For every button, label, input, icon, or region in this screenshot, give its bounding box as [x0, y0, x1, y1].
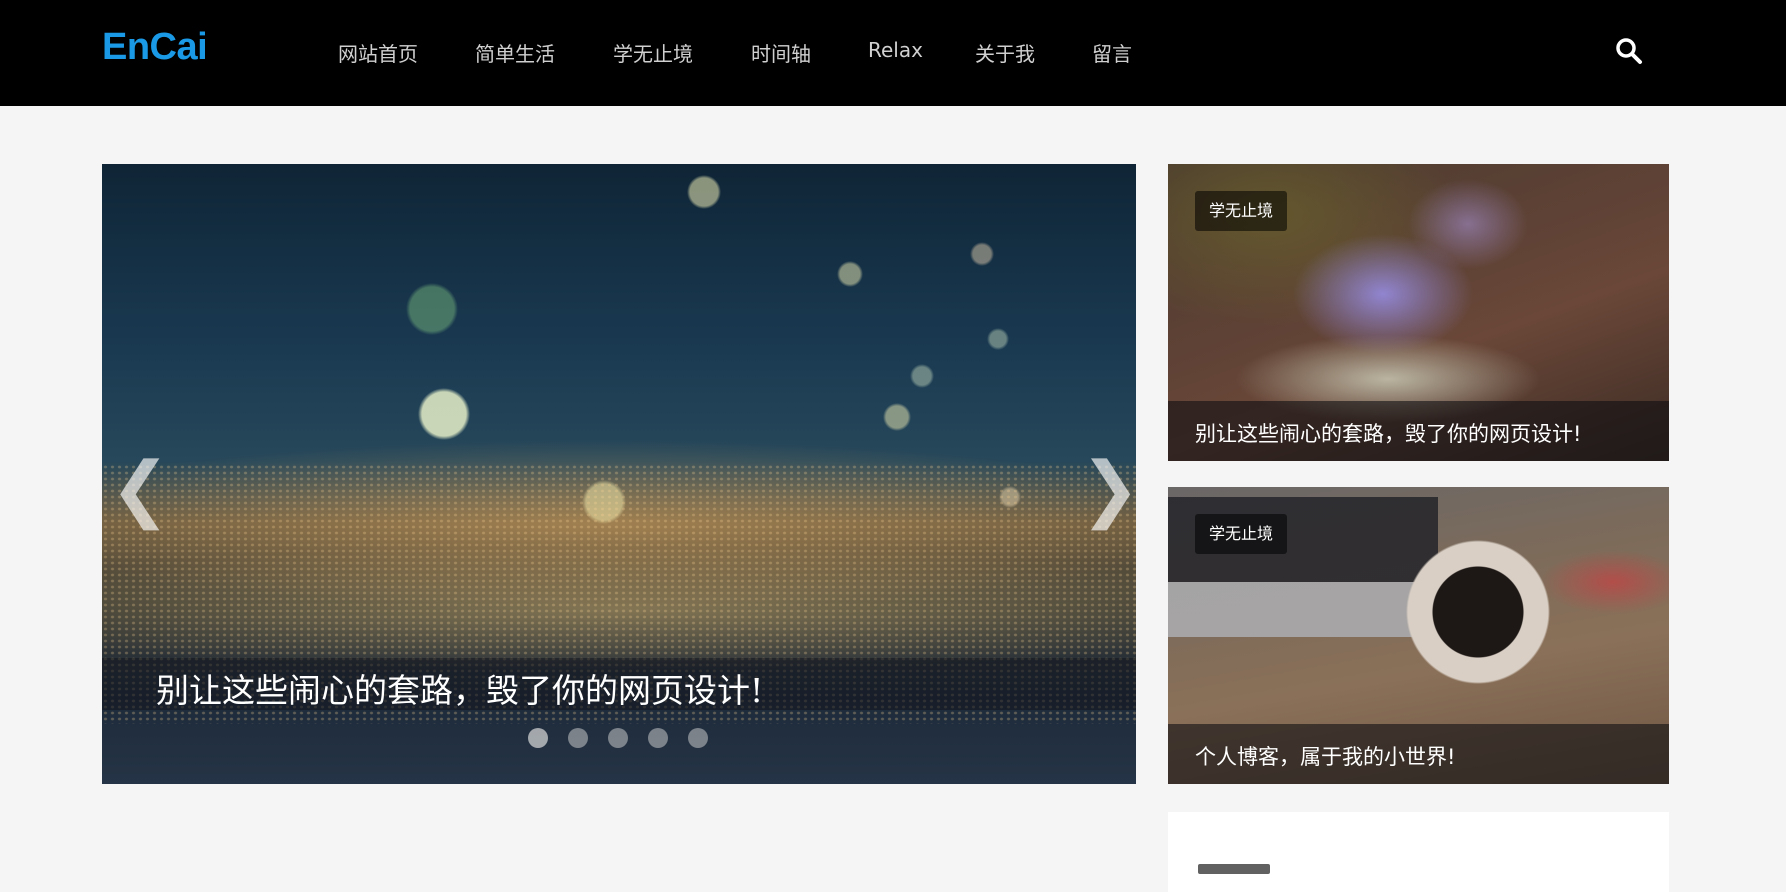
card-caption-bar: 别让这些闹心的套路，毁了你的网页设计! — [1168, 401, 1669, 461]
nav-item-simple-life[interactable]: 简单生活 — [475, 38, 555, 67]
slider-dot-2[interactable] — [568, 728, 588, 748]
slider-caption-bar: 别让这些闹心的套路，毁了你的网页设计! — [102, 658, 1136, 710]
slider-dot-5[interactable] — [688, 728, 708, 748]
side-article-card[interactable]: 学无止境 别让这些闹心的套路，毁了你的网页设计! — [1168, 164, 1669, 461]
nav-item-message[interactable]: 留言 — [1092, 38, 1132, 67]
slider-prev-arrow[interactable]: ❮ — [110, 448, 170, 528]
category-tag[interactable]: 学无止境 — [1195, 191, 1288, 231]
slider-caption[interactable]: 别让这些闹心的套路，毁了你的网页设计! — [156, 664, 763, 712]
nav-item-learning[interactable]: 学无止境 — [613, 38, 693, 67]
slider-dot-1[interactable] — [528, 728, 548, 748]
sidebar-panel — [1168, 812, 1669, 892]
slider-dot-3[interactable] — [608, 728, 628, 748]
nav-item-timeline[interactable]: 时间轴 — [751, 38, 811, 67]
site-logo[interactable]: EnCai — [102, 26, 208, 69]
card-title[interactable]: 别让这些闹心的套路，毁了你的网页设计! — [1195, 418, 1581, 448]
nav-item-relax[interactable]: Relax — [868, 38, 923, 62]
search-icon[interactable] — [1614, 36, 1644, 66]
card-caption-bar: 个人博客，属于我的小世界! — [1168, 724, 1669, 784]
category-tag[interactable]: 学无止境 — [1195, 514, 1288, 554]
nav-item-home[interactable]: 网站首页 — [338, 38, 418, 67]
side-article-card[interactable]: 学无止境 个人博客，属于我的小世界! — [1168, 487, 1669, 784]
slider-dot-4[interactable] — [648, 728, 668, 748]
slider-next-arrow[interactable]: ❯ — [1080, 448, 1136, 528]
top-navigation-bar: EnCai 网站首页 简单生活 学无止境 时间轴 Relax 关于我 留言 — [0, 0, 1786, 106]
nav-item-about[interactable]: 关于我 — [975, 38, 1035, 67]
panel-heading-partial — [1198, 864, 1270, 874]
card-title[interactable]: 个人博客，属于我的小世界! — [1195, 741, 1455, 771]
hero-slider[interactable]: ❮ ❯ 别让这些闹心的套路，毁了你的网页设计! — [102, 164, 1136, 784]
